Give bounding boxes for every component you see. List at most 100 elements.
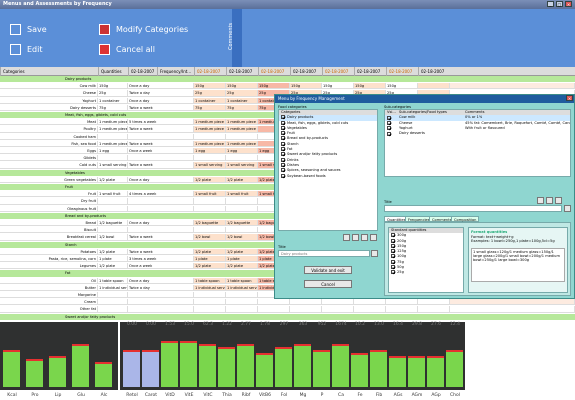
frequency-cell[interactable] bbox=[128, 155, 194, 162]
frequency-cell[interactable]: Twice a week bbox=[128, 248, 194, 255]
day-cell[interactable]: 75g bbox=[194, 104, 226, 111]
quantity-cell[interactable] bbox=[98, 133, 128, 140]
minimize-button[interactable]: _ bbox=[547, 1, 554, 7]
day-cell[interactable]: 1 table spoon bbox=[226, 277, 258, 284]
day-cell[interactable]: 1 medium piece bbox=[226, 140, 258, 147]
header-cell[interactable]: 02-18-2007 bbox=[386, 67, 418, 76]
day-cell[interactable]: 1 individual serv bbox=[194, 284, 226, 291]
quantity-cell[interactable]: 1 small fruit bbox=[98, 191, 128, 198]
frequency-cell[interactable]: Twice a week bbox=[128, 234, 194, 241]
day-cell[interactable] bbox=[322, 299, 354, 306]
quantity-checkbox[interactable] bbox=[391, 254, 395, 259]
dialog-cancel-button[interactable]: Cancel bbox=[304, 280, 352, 288]
day-cell[interactable] bbox=[258, 299, 290, 306]
header-cell[interactable]: 02-18-2007 bbox=[418, 67, 450, 76]
quantity-cell[interactable]: 25g bbox=[98, 90, 128, 97]
frequency-cell[interactable]: Once a day bbox=[128, 83, 194, 90]
close-button[interactable]: × bbox=[565, 1, 572, 7]
day-cell[interactable]: 150g bbox=[290, 83, 322, 90]
quantity-cell[interactable] bbox=[98, 299, 128, 306]
day-cell[interactable]: 1/2 plate bbox=[194, 263, 226, 270]
sub-edit-button[interactable] bbox=[537, 197, 544, 204]
header-cell[interactable]: 02-18-2007 bbox=[258, 67, 290, 76]
frequency-cell[interactable]: Once a day bbox=[128, 97, 194, 104]
category-title-input[interactable]: Dairy products bbox=[278, 250, 370, 257]
quantity-cell[interactable]: 1/2 baguette bbox=[98, 220, 128, 227]
day-cell[interactable] bbox=[194, 155, 226, 162]
frequency-cell[interactable]: Once a day bbox=[128, 277, 194, 284]
day-cell[interactable]: 150g bbox=[322, 83, 354, 90]
day-cell[interactable]: 1 individual serv bbox=[226, 284, 258, 291]
day-cell[interactable]: 1 container bbox=[226, 97, 258, 104]
day-cell[interactable]: 150g bbox=[194, 83, 226, 90]
subcategory-checkbox[interactable] bbox=[387, 131, 391, 136]
category-checkbox[interactable] bbox=[281, 168, 285, 173]
quantity-cell[interactable]: 75g bbox=[98, 104, 128, 111]
day-cell[interactable]: 1 medium piece bbox=[194, 126, 226, 133]
frequency-cell[interactable]: 4 times a week bbox=[128, 191, 194, 198]
day-cell[interactable]: 1 plate bbox=[226, 256, 258, 263]
validate-exit-button[interactable]: Validate and exit bbox=[304, 266, 352, 274]
quantity-item[interactable]: 25g bbox=[389, 270, 463, 275]
frequency-cell[interactable] bbox=[128, 198, 194, 205]
header-cell[interactable]: Quantities bbox=[98, 67, 128, 76]
day-cell[interactable] bbox=[386, 306, 418, 313]
subcategory-title-ok[interactable] bbox=[564, 205, 571, 212]
day-cell[interactable]: 1/2 baguette bbox=[194, 220, 226, 227]
quantity-checkbox[interactable] bbox=[391, 249, 395, 254]
quantity-cell[interactable]: 1 container bbox=[98, 97, 128, 104]
quantity-cell[interactable]: 1/2 plate bbox=[98, 176, 128, 183]
day-cell[interactable] bbox=[418, 83, 450, 90]
day-cell[interactable] bbox=[354, 306, 386, 313]
day-cell[interactable]: 1/2 plate bbox=[226, 263, 258, 270]
cat-delete-button[interactable] bbox=[361, 234, 368, 241]
quantity-cell[interactable]: 1/2 bowl bbox=[98, 234, 128, 241]
quantity-checkbox[interactable] bbox=[391, 270, 395, 275]
frequency-cell[interactable]: 5 times a week bbox=[128, 119, 194, 126]
day-cell[interactable] bbox=[418, 299, 450, 306]
cat-copy-button[interactable] bbox=[352, 234, 359, 241]
header-cell[interactable]: 02-18-2007 bbox=[354, 67, 386, 76]
quantity-cell[interactable] bbox=[98, 227, 128, 234]
day-cell[interactable] bbox=[194, 205, 226, 212]
sub-delete-button[interactable] bbox=[546, 197, 553, 204]
day-cell[interactable] bbox=[322, 306, 354, 313]
category-checkbox[interactable] bbox=[281, 120, 285, 125]
category-checkbox[interactable] bbox=[281, 173, 285, 178]
format-examples-input[interactable]: 1 small glass=120g/1 medium glass=150g/1… bbox=[471, 248, 565, 282]
day-cell[interactable]: 1 medium piece bbox=[226, 119, 258, 126]
day-cell[interactable]: 1/2 plate bbox=[226, 248, 258, 255]
day-cell[interactable]: 1 small serving bbox=[226, 162, 258, 169]
table-row[interactable]: Cream bbox=[0, 299, 575, 306]
day-cell[interactable]: 25g bbox=[226, 90, 258, 97]
day-cell[interactable] bbox=[226, 198, 258, 205]
quantity-cell[interactable]: 1/2 plate bbox=[98, 263, 128, 270]
day-cell[interactable]: 1 small fruit bbox=[194, 191, 226, 198]
quantity-cell[interactable]: 1/2 plate bbox=[98, 248, 128, 255]
day-cell[interactable] bbox=[226, 155, 258, 162]
cat-add-button[interactable] bbox=[370, 234, 377, 241]
quantity-cell[interactable]: 1 individual serving bbox=[98, 284, 128, 291]
frequency-cell[interactable]: Twice a day bbox=[128, 90, 194, 97]
quantity-cell[interactable]: 1 egg bbox=[98, 148, 128, 155]
day-cell[interactable]: 1/2 plate bbox=[194, 248, 226, 255]
day-cell[interactable]: 1/2 plate bbox=[194, 176, 226, 183]
day-cell[interactable]: 75g bbox=[226, 104, 258, 111]
day-cell[interactable]: 1 small fruit bbox=[226, 191, 258, 198]
frequency-cell[interactable]: Twice a week bbox=[128, 162, 194, 169]
quantity-cell[interactable]: 1 small serving bbox=[98, 162, 128, 169]
day-cell[interactable]: 1 medium piece bbox=[194, 119, 226, 126]
subcategory-checkbox[interactable] bbox=[387, 126, 391, 131]
frequency-cell[interactable] bbox=[128, 299, 194, 306]
quantity-checkbox[interactable] bbox=[391, 265, 395, 270]
category-checkbox[interactable] bbox=[281, 152, 285, 157]
day-cell[interactable] bbox=[226, 292, 258, 299]
day-cell[interactable]: 1/2 bowl bbox=[194, 234, 226, 241]
day-cell[interactable]: 1 egg bbox=[226, 148, 258, 155]
frequency-cell[interactable] bbox=[128, 306, 194, 313]
day-cell[interactable] bbox=[194, 198, 226, 205]
category-checkbox[interactable] bbox=[281, 131, 285, 136]
frequency-cell[interactable] bbox=[128, 292, 194, 299]
day-cell[interactable] bbox=[194, 299, 226, 306]
day-cell[interactable] bbox=[194, 306, 226, 313]
